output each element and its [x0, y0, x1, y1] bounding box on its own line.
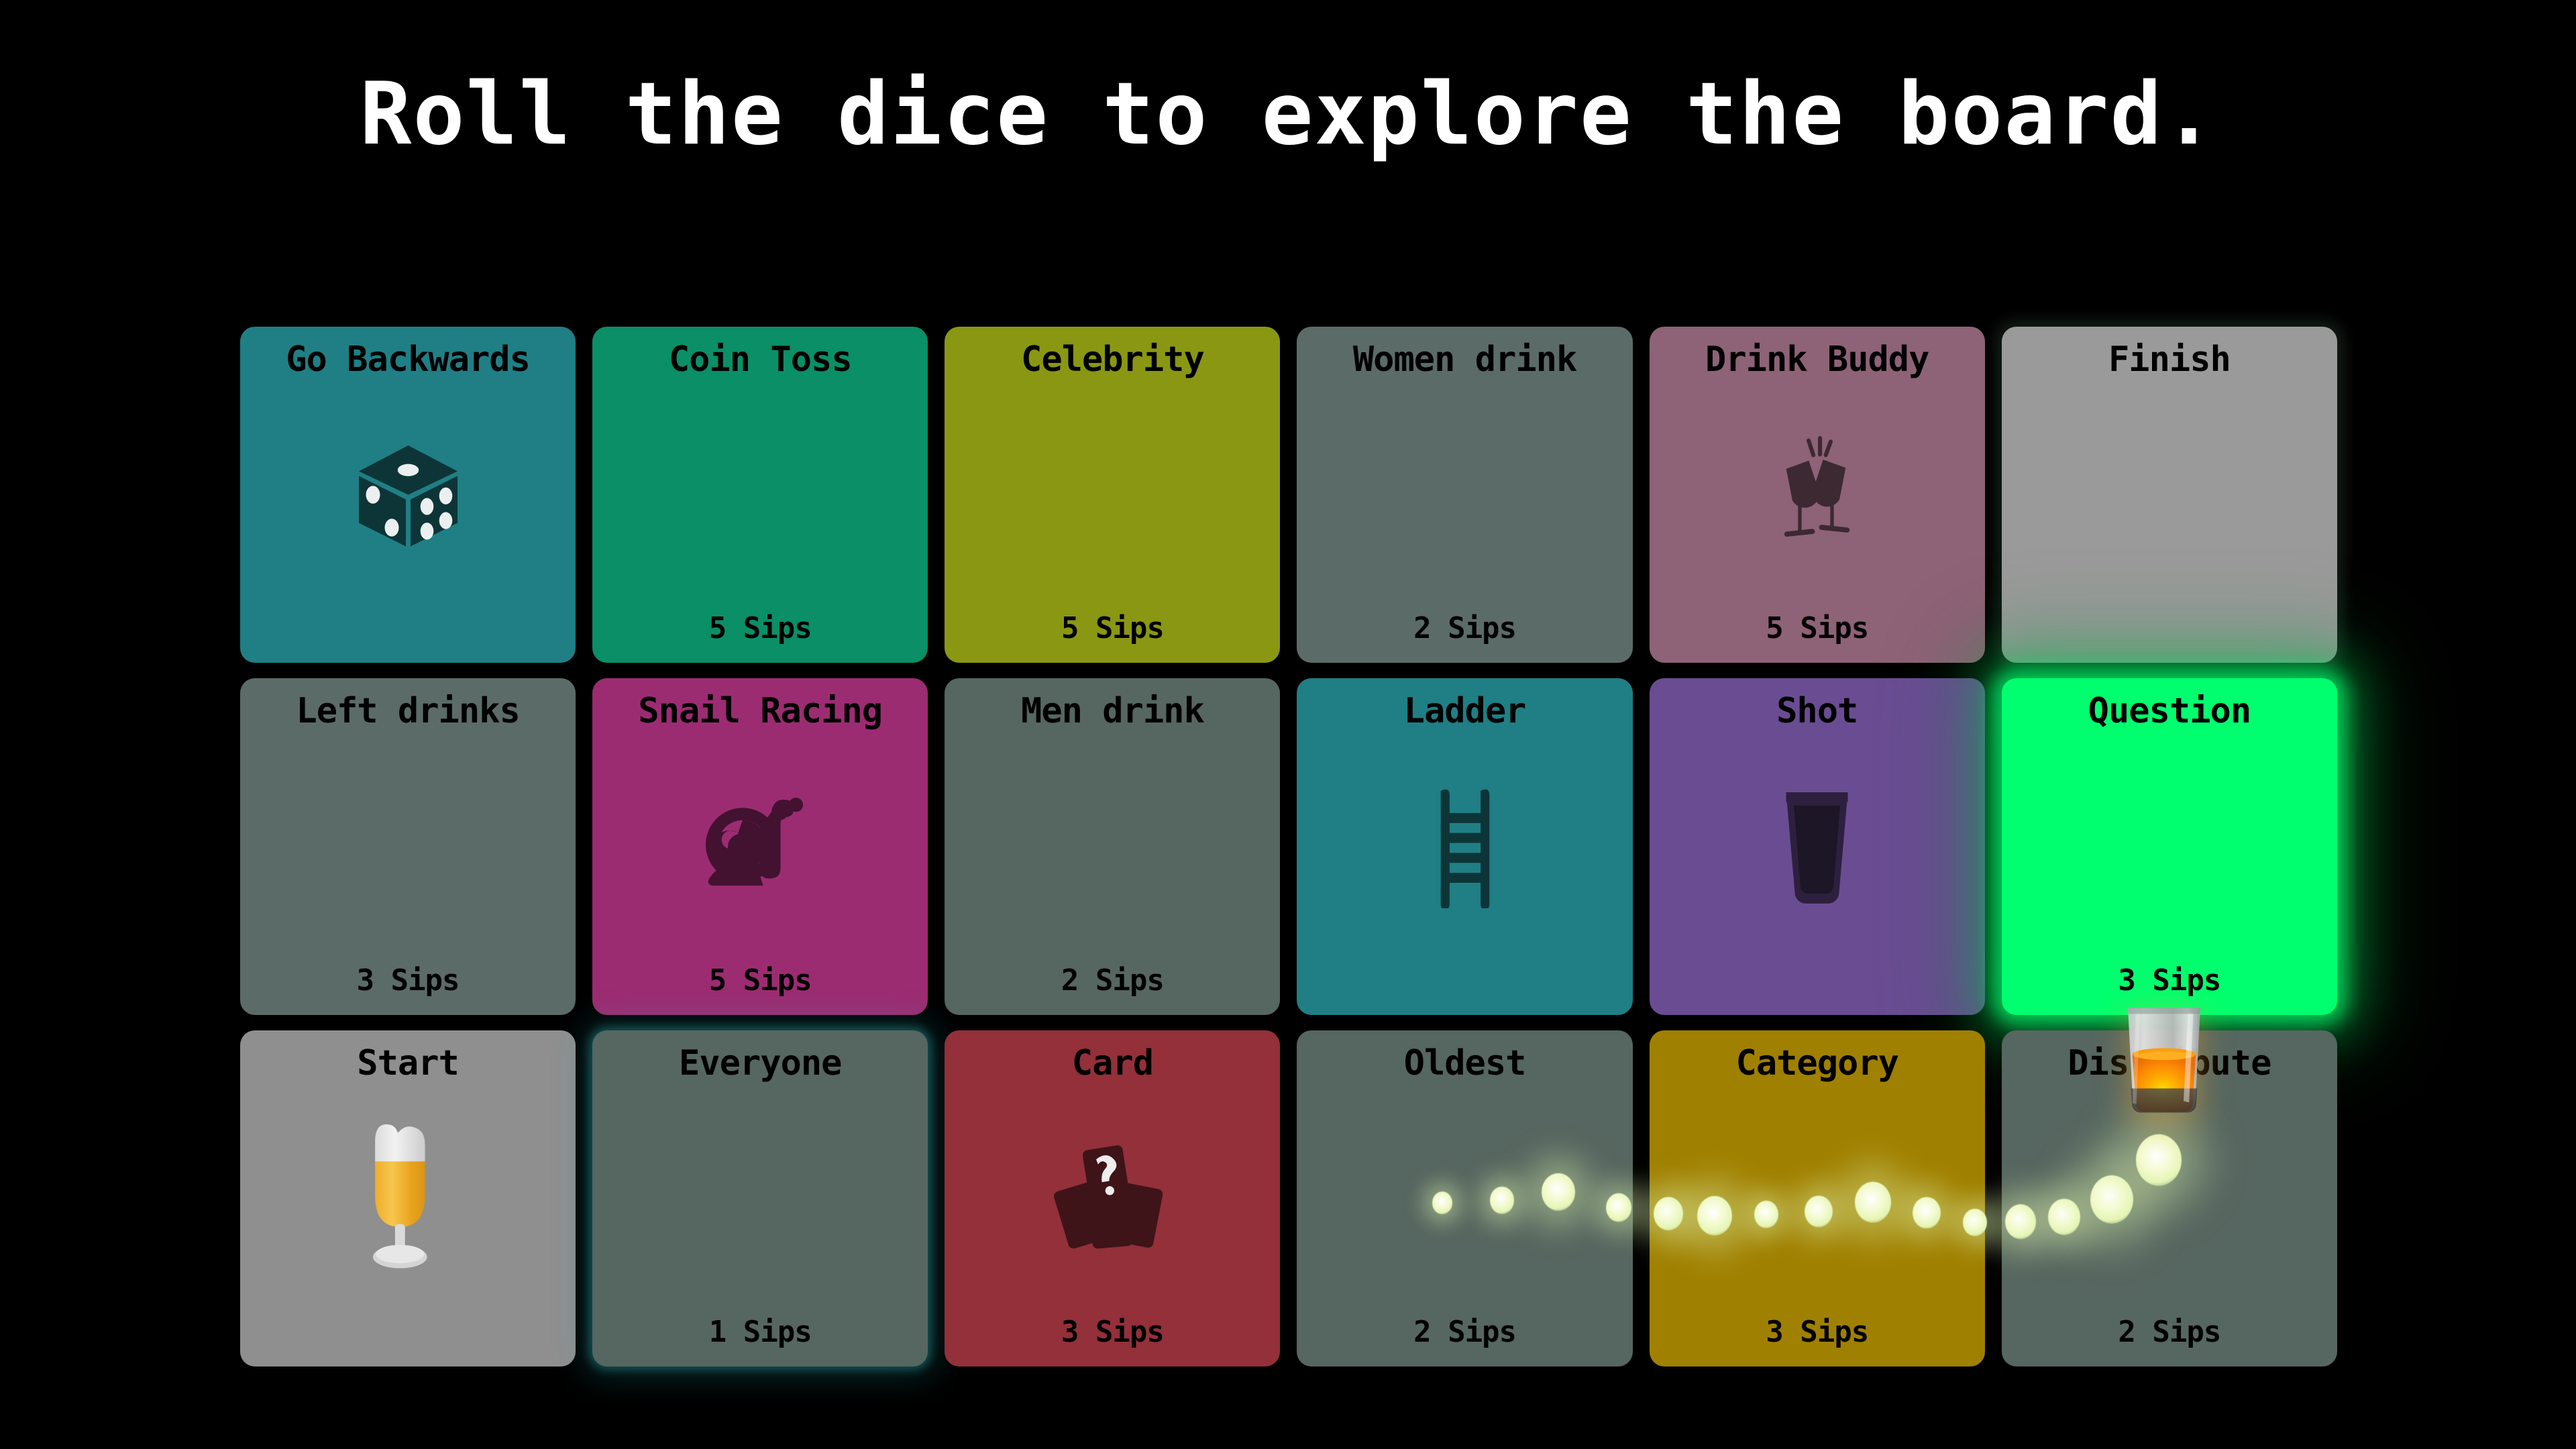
board-tile-finish[interactable]: Finish [2001, 327, 2337, 663]
tile-sips-label: 1 Sips [708, 1315, 812, 1349]
tile-sips-label: 5 Sips [708, 611, 812, 646]
tile-title: Ladder [1403, 691, 1527, 732]
tile-sips-label: 2 Sips [1413, 611, 1517, 646]
beer-goblet-icon [373, 1124, 427, 1269]
tile-icon-slot [1656, 730, 1978, 963]
page-title: Roll the dice to explore the board. [360, 64, 2216, 164]
board-tile-question[interactable]: Question 3 Sips [2001, 678, 2337, 1015]
tile-icon-slot [2008, 378, 2330, 612]
tile-title: Go Backwards [286, 339, 531, 380]
tile-title: Shot [1776, 691, 1858, 732]
tile-title: Snail Racing [638, 691, 883, 732]
tile-title: Finish [2108, 339, 2231, 380]
board-tile-women-drink[interactable]: Women drink 2 Sips [1297, 327, 1633, 663]
tile-title: Oldest [1403, 1042, 1527, 1083]
tile-title: Men drink [1021, 691, 1205, 732]
tile-title: Women drink [1352, 339, 1577, 380]
tile-icon-slot [247, 378, 569, 612]
board-tile-left-drinks[interactable]: Left drinks 3 Sips [240, 678, 576, 1015]
question-cards-icon [1053, 1144, 1163, 1248]
tile-title: Card [1071, 1042, 1154, 1083]
tile-title: Question [2088, 691, 2251, 732]
tile-title: Drink Buddy [1705, 339, 1929, 380]
board-tile-category[interactable]: Category 3 Sips [1649, 1030, 1985, 1366]
tile-icon-slot [951, 1081, 1273, 1315]
snail-icon [706, 798, 804, 886]
tile-title: Start [357, 1042, 460, 1083]
tile-sips-label: 3 Sips [1061, 1315, 1165, 1349]
board-tile-celebrity[interactable]: Celebrity 5 Sips [945, 327, 1281, 663]
tile-title: Left drinks [296, 691, 520, 732]
board-tile-start[interactable]: Start [240, 1030, 576, 1366]
board-tile-ladder[interactable]: Ladder [1297, 678, 1633, 1015]
tile-sips-label: 3 Sips [2118, 963, 2221, 998]
dice-icon [358, 445, 458, 547]
tile-sips-label: 5 Sips [1061, 611, 1165, 646]
board-tile-snail-racing[interactable]: Snail Racing 5 Sips [592, 678, 928, 1015]
tile-sips-label: 2 Sips [2118, 1315, 2221, 1349]
tile-icon-slot [1303, 1081, 1625, 1315]
board-tile-shot[interactable]: Shot [1649, 678, 1985, 1015]
tile-icon-slot [951, 378, 1273, 612]
tile-icon-slot [1656, 1081, 1978, 1315]
tile-sips-label: 5 Sips [708, 963, 812, 998]
cheers-glasses-icon [1784, 436, 1850, 537]
tile-icon-slot [2008, 1081, 2330, 1315]
tile-icon-slot [247, 1081, 569, 1315]
board-tile-men-drink[interactable]: Men drink 2 Sips [945, 678, 1281, 1015]
tile-icon-slot [1656, 378, 1978, 612]
tile-sips-label: 5 Sips [1766, 611, 1869, 646]
tile-sips-label: 2 Sips [1413, 1315, 1517, 1349]
tile-icon-slot [2008, 730, 2330, 963]
board-tile-coin-toss[interactable]: Coin Toss 5 Sips [592, 327, 928, 663]
tile-icon-slot [599, 378, 921, 612]
ladder-icon [1440, 790, 1489, 909]
board-tile-go-backwards[interactable]: Go Backwards [240, 327, 576, 663]
tile-icon-slot [599, 730, 921, 963]
whiskey-glass-icon [2128, 1008, 2200, 1113]
tile-sips-label: 3 Sips [1766, 1315, 1869, 1349]
tile-title: Category [1735, 1042, 1899, 1083]
shot-glass-icon [1786, 792, 1848, 904]
tile-title: Celebrity [1021, 339, 1205, 380]
board-tile-card[interactable]: Card 3 Sips [945, 1030, 1281, 1366]
tile-sips-label: 2 Sips [1061, 963, 1165, 998]
tile-title: Coin Toss [668, 339, 853, 380]
board-tile-drink-buddy[interactable]: Drink Buddy 5 Sips [1649, 327, 1985, 663]
tile-sips-label: 3 Sips [356, 963, 460, 998]
board-tile-everyone[interactable]: Everyone 1 Sips [592, 1030, 928, 1366]
tile-icon-slot [951, 730, 1273, 963]
board-tile-oldest[interactable]: Oldest 2 Sips [1297, 1030, 1633, 1366]
tile-icon-slot [247, 730, 569, 963]
tile-icon-slot [1303, 730, 1625, 963]
game-board: Go Backwards Coin Toss 5 Sips Celebrity 5 S… [240, 327, 2337, 1366]
player-token[interactable] [2114, 1002, 2214, 1116]
tile-icon-slot [1303, 378, 1625, 612]
tile-title: Everyone [679, 1042, 842, 1083]
tile-icon-slot [599, 1081, 921, 1315]
